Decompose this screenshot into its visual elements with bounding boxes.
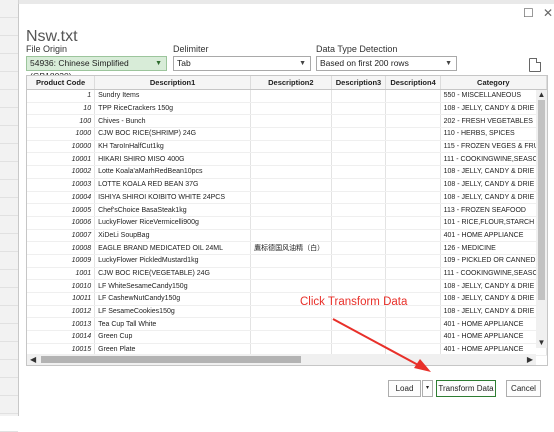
transform-data-button[interactable]: Transform Data: [436, 380, 496, 397]
annotation-arrow-icon: [332, 318, 431, 372]
background-spreadsheet-strip: [0, 0, 19, 432]
import-dialog: ☐ ✕ Nsw.txt File Origin 54936: Chinese S…: [18, 4, 554, 416]
load-dropdown-button[interactable]: ▾: [422, 380, 433, 397]
load-button[interactable]: Load: [388, 380, 421, 397]
cancel-button[interactable]: Cancel: [506, 380, 541, 397]
